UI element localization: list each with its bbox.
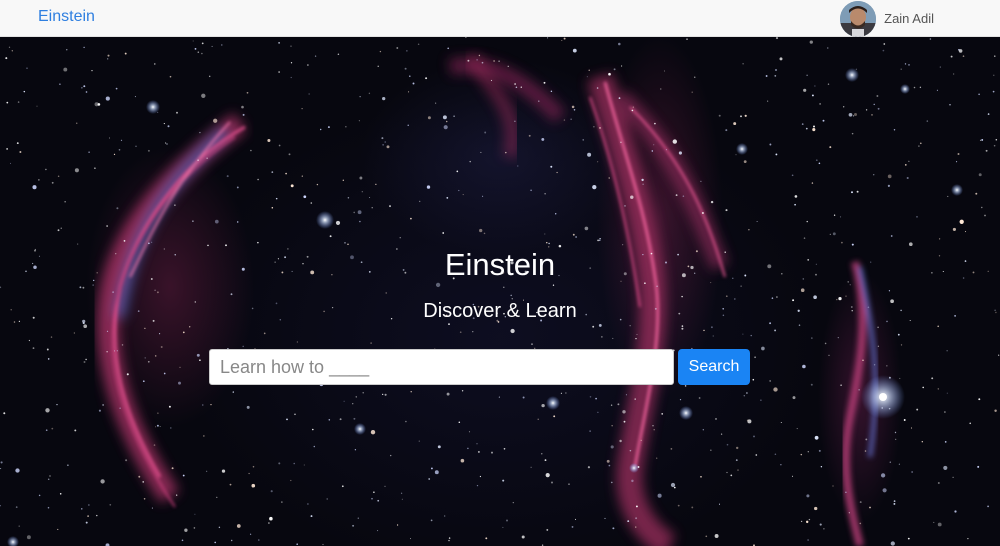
user-menu[interactable]: Zain Adil bbox=[840, 0, 934, 37]
hero-content: Einstein Discover & Learn Search bbox=[0, 37, 1000, 546]
page: Einstein Zain Adil Einstein Discover & L… bbox=[0, 0, 1000, 546]
user-name[interactable]: Zain Adil bbox=[884, 11, 934, 26]
brand-link[interactable]: Einstein bbox=[38, 8, 95, 26]
hero-subtitle: Discover & Learn bbox=[423, 300, 577, 322]
hero-title: Einstein bbox=[444, 247, 556, 282]
search-button[interactable]: Search bbox=[678, 349, 750, 385]
top-navbar: Einstein Zain Adil bbox=[0, 0, 1000, 37]
search-input[interactable] bbox=[209, 349, 674, 385]
avatar-image bbox=[840, 0, 877, 37]
avatar[interactable] bbox=[840, 0, 877, 37]
search-form: Search bbox=[209, 349, 750, 385]
